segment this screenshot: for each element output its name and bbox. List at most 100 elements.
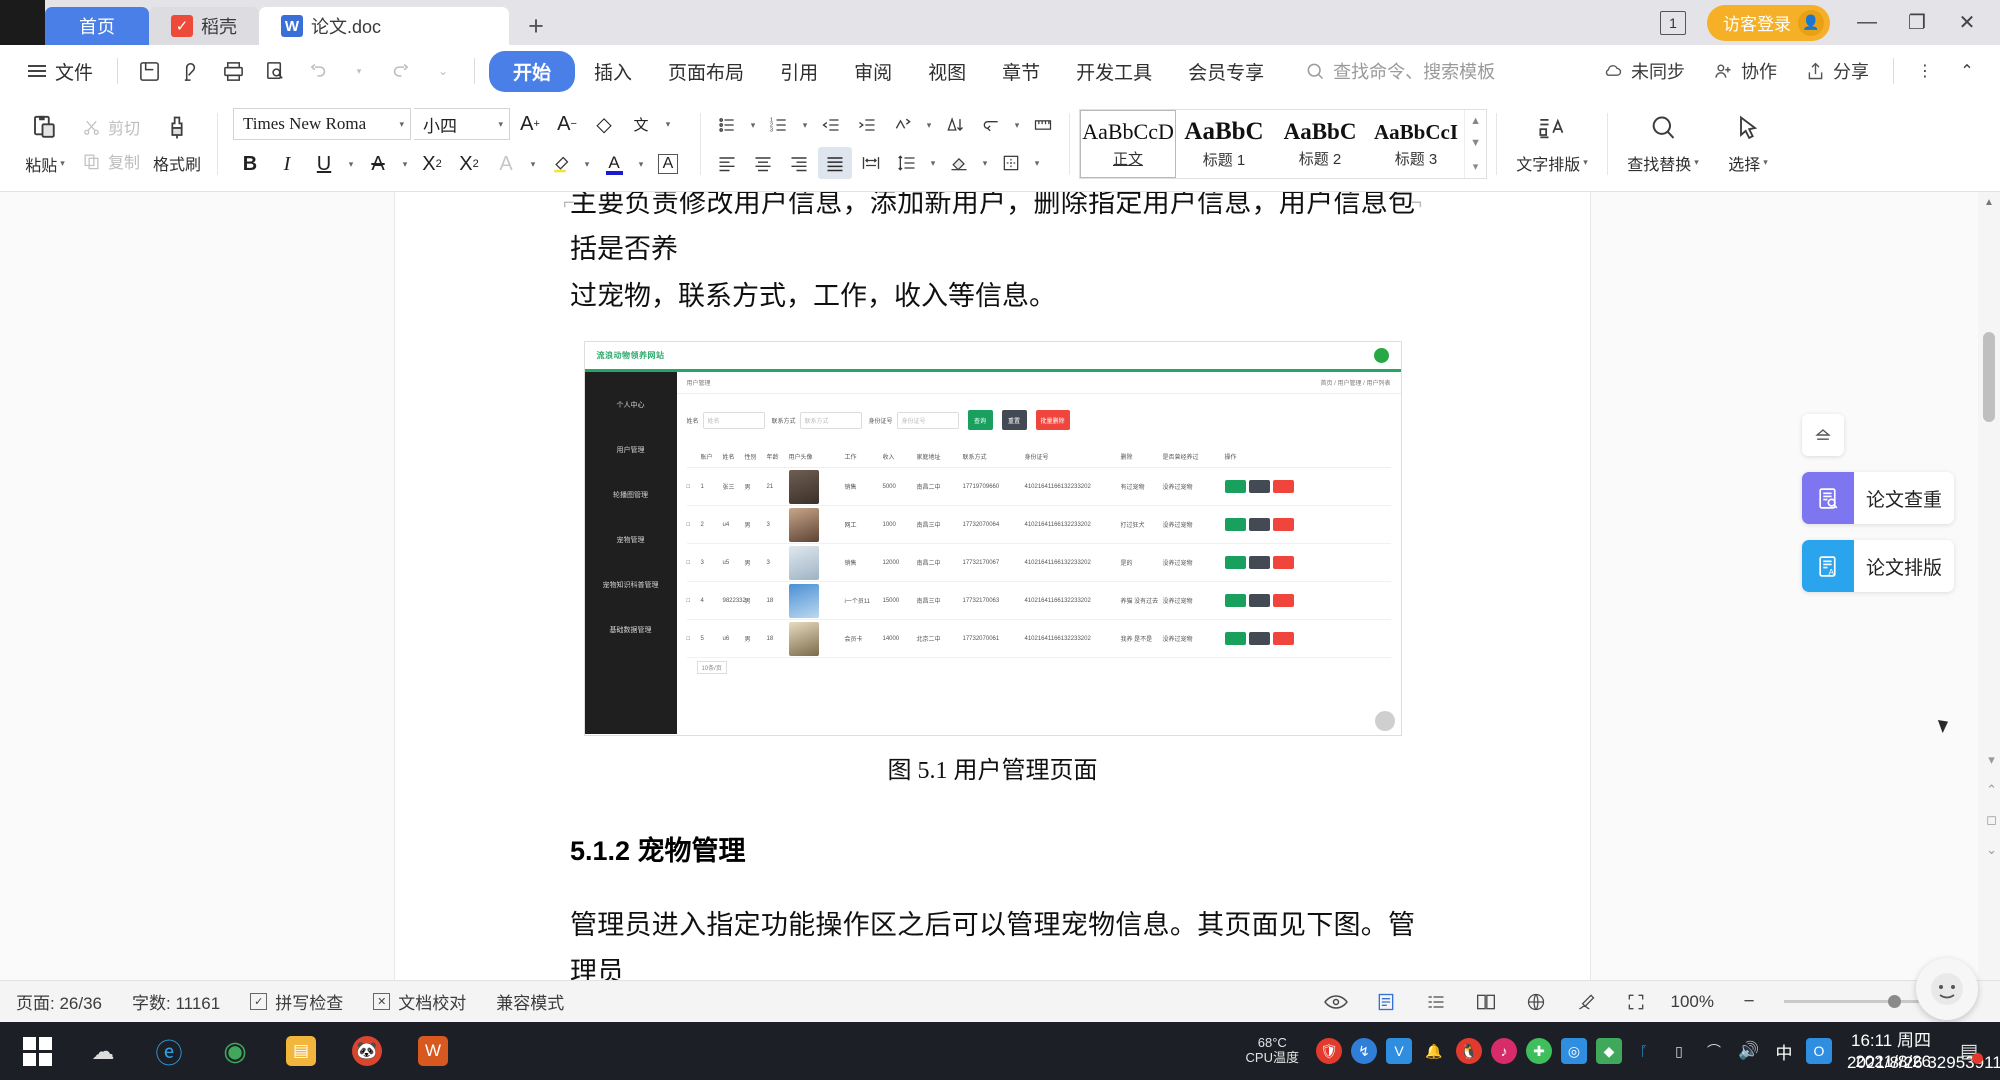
chevron-down-icon[interactable]: ▾ [634, 147, 648, 181]
undo-dropdown-icon[interactable]: ▾ [340, 52, 378, 90]
strikethrough-icon[interactable]: A [361, 147, 395, 181]
taskbar-clock[interactable]: 16:11 周四 2021/8/26 2021/8/26 3295391197 [1847, 1030, 2000, 1073]
file-menu-button[interactable]: 文件 [16, 53, 105, 90]
wps-cloud-icon[interactable]: ☁ [74, 1022, 132, 1080]
bold-icon[interactable]: B [233, 147, 267, 181]
chevron-down-icon[interactable]: ▾ [526, 147, 540, 181]
scrollbar-thumb[interactable] [1983, 332, 1995, 422]
cut-button[interactable]: 剪切 [76, 112, 146, 142]
tab-references[interactable]: 引用 [763, 51, 835, 92]
chevron-down-icon[interactable]: ▾ [926, 147, 940, 179]
battery-icon[interactable]: ▯ [1666, 1038, 1692, 1064]
minimize-button[interactable]: — [1844, 0, 1890, 45]
qq-music-icon[interactable]: ♪ [1490, 1038, 1517, 1064]
tab-document[interactable]: W 论文.doc [259, 7, 509, 45]
show-marks-icon[interactable] [974, 109, 1008, 141]
browser-icon[interactable]: ◉ [206, 1022, 264, 1080]
redo-icon[interactable] [382, 52, 420, 90]
align-center-icon[interactable] [746, 147, 780, 179]
eye-icon[interactable] [1321, 987, 1351, 1017]
decrease-indent-icon[interactable] [814, 109, 848, 141]
page-count-badge[interactable]: 1 [1653, 3, 1693, 43]
fullscreen-icon[interactable] [1621, 987, 1651, 1017]
next-page-icon[interactable]: ⌄ [1986, 842, 1997, 858]
paste-button[interactable]: 粘贴 ▾ [14, 113, 76, 176]
notification-icon[interactable]: ▤ [1954, 1036, 1984, 1066]
more-options-button[interactable]: ⋮ [1906, 52, 1944, 90]
chevron-down-icon[interactable]: ▾ [978, 147, 992, 179]
grow-font-icon[interactable]: A + [513, 107, 547, 141]
text-layout-button[interactable]: 文字排版 ▾ [1506, 114, 1598, 175]
align-left-icon[interactable] [710, 147, 744, 179]
distribute-icon[interactable] [854, 147, 888, 179]
tab-insert[interactable]: 插入 [577, 51, 649, 92]
bell-icon[interactable]: 🔔 [1421, 1038, 1447, 1064]
settings-icon[interactable]: ◎ [1560, 1038, 1587, 1064]
style-heading-1[interactable]: AaBbC 标题 1 [1176, 110, 1272, 178]
tab-daoke[interactable]: ✓ 稻壳 [149, 7, 259, 45]
select-button[interactable]: 选择 ▾ [1709, 114, 1787, 175]
clear-format-icon[interactable]: ◇ [587, 107, 621, 141]
two-page-view-icon[interactable] [1471, 987, 1501, 1017]
volume-icon[interactable]: 🔊 [1736, 1038, 1762, 1064]
undo-icon[interactable] [298, 52, 336, 90]
new-tab-button[interactable]: + [509, 7, 563, 45]
multilevel-list-icon[interactable] [886, 109, 920, 141]
text-effects-icon[interactable]: A [489, 147, 523, 181]
sync-status-button[interactable]: 未同步 [1590, 52, 1697, 90]
vertical-scrollbar[interactable]: ▲ ▾ ⌃ ◻ ⌄ [1978, 192, 2000, 980]
bullets-icon[interactable] [710, 109, 744, 141]
style-heading-2[interactable]: AaBbC 标题 2 [1272, 110, 1368, 178]
previous-page-icon[interactable]: ⌃ [1986, 782, 1997, 798]
zoom-slider[interactable] [1784, 995, 1934, 1008]
ruler-icon[interactable] [1026, 109, 1060, 141]
find-icon[interactable] [256, 52, 294, 90]
increase-indent-icon[interactable] [850, 109, 884, 141]
tab-member-exclusive[interactable]: 会员专享 [1171, 51, 1281, 92]
print-preview-icon[interactable] [172, 52, 210, 90]
tab-page-layout[interactable]: 页面布局 [651, 51, 761, 92]
tab-section[interactable]: 章节 [985, 51, 1057, 92]
select-browse-object-icon[interactable]: ◻ [1986, 812, 1997, 828]
wifi-icon[interactable]: ⌒ [1701, 1038, 1727, 1064]
figure-user-management[interactable]: 流浪动物领养网站 个人中心 用户管理 轮播图管理 宠物管理 宠物知识科普管理 基… [570, 341, 1415, 737]
shield-icon[interactable]: V [1385, 1038, 1412, 1064]
chevron-down-icon[interactable]: ▾ [746, 109, 760, 141]
style-normal[interactable]: AaBbCcD 正文 [1080, 110, 1177, 178]
web-view-icon[interactable] [1521, 987, 1551, 1017]
guest-login-button[interactable]: 访客登录 👤 [1707, 4, 1830, 41]
line-spacing-icon[interactable] [890, 147, 924, 179]
style-heading-3[interactable]: AaBbCcI 标题 3 [1368, 110, 1464, 178]
doc-proofread-toggle[interactable]: ✕ 文档校对 [373, 989, 466, 1014]
chevron-down-icon[interactable]: ▾ [1030, 147, 1044, 179]
sort-icon[interactable] [938, 109, 972, 141]
command-search[interactable]: 查找命令、搜索模板 [1305, 58, 1495, 84]
scroll-down-icon[interactable]: ▾ [1988, 752, 1995, 768]
paper-plagiarism-check-card[interactable]: 论文查重 [1802, 472, 1954, 524]
share-button[interactable]: 分享 [1793, 52, 1881, 90]
spell-check-toggle[interactable]: ✓ 拼写检查 [250, 989, 343, 1014]
format-painter-button[interactable]: 格式刷 [146, 114, 208, 175]
app-icon[interactable]: ◆ [1595, 1038, 1622, 1064]
font-size-select[interactable]: 小四 ▾ [414, 108, 511, 140]
document-canvas[interactable]: ⌐ ¬ 主要负责修改用户信息，添加新用户，删除指定用户信息，用户信息包括是否养 … [0, 192, 2000, 980]
browser-o-icon[interactable]: O [1805, 1038, 1832, 1064]
start-icon[interactable] [8, 1022, 66, 1080]
edge-icon[interactable]: ⓔ [140, 1022, 198, 1080]
justify-icon[interactable] [818, 147, 853, 179]
assistant-bubble[interactable] [1916, 958, 1978, 1020]
paper-formatting-card[interactable]: A 论文排版 [1802, 540, 1954, 592]
wps-writer-taskbar-icon[interactable]: W [404, 1022, 462, 1080]
save-icon[interactable] [130, 52, 168, 90]
zoom-slider-handle[interactable] [1888, 995, 1901, 1008]
subscript-icon[interactable]: X2 [452, 147, 486, 181]
align-right-icon[interactable] [782, 147, 816, 179]
chevron-down-icon[interactable]: ▾ [580, 147, 594, 181]
plus-icon[interactable]: ✚ [1525, 1038, 1552, 1064]
qq-icon[interactable]: 🐧 [1455, 1038, 1482, 1064]
chevron-down-icon[interactable]: ▾ [661, 107, 675, 141]
page-indicator[interactable]: 页面: 26/36 [16, 989, 102, 1014]
chevron-down-icon[interactable]: ▾ [798, 109, 812, 141]
chevron-down-icon[interactable]: ▾ [1010, 109, 1024, 141]
print-icon[interactable] [214, 52, 252, 90]
